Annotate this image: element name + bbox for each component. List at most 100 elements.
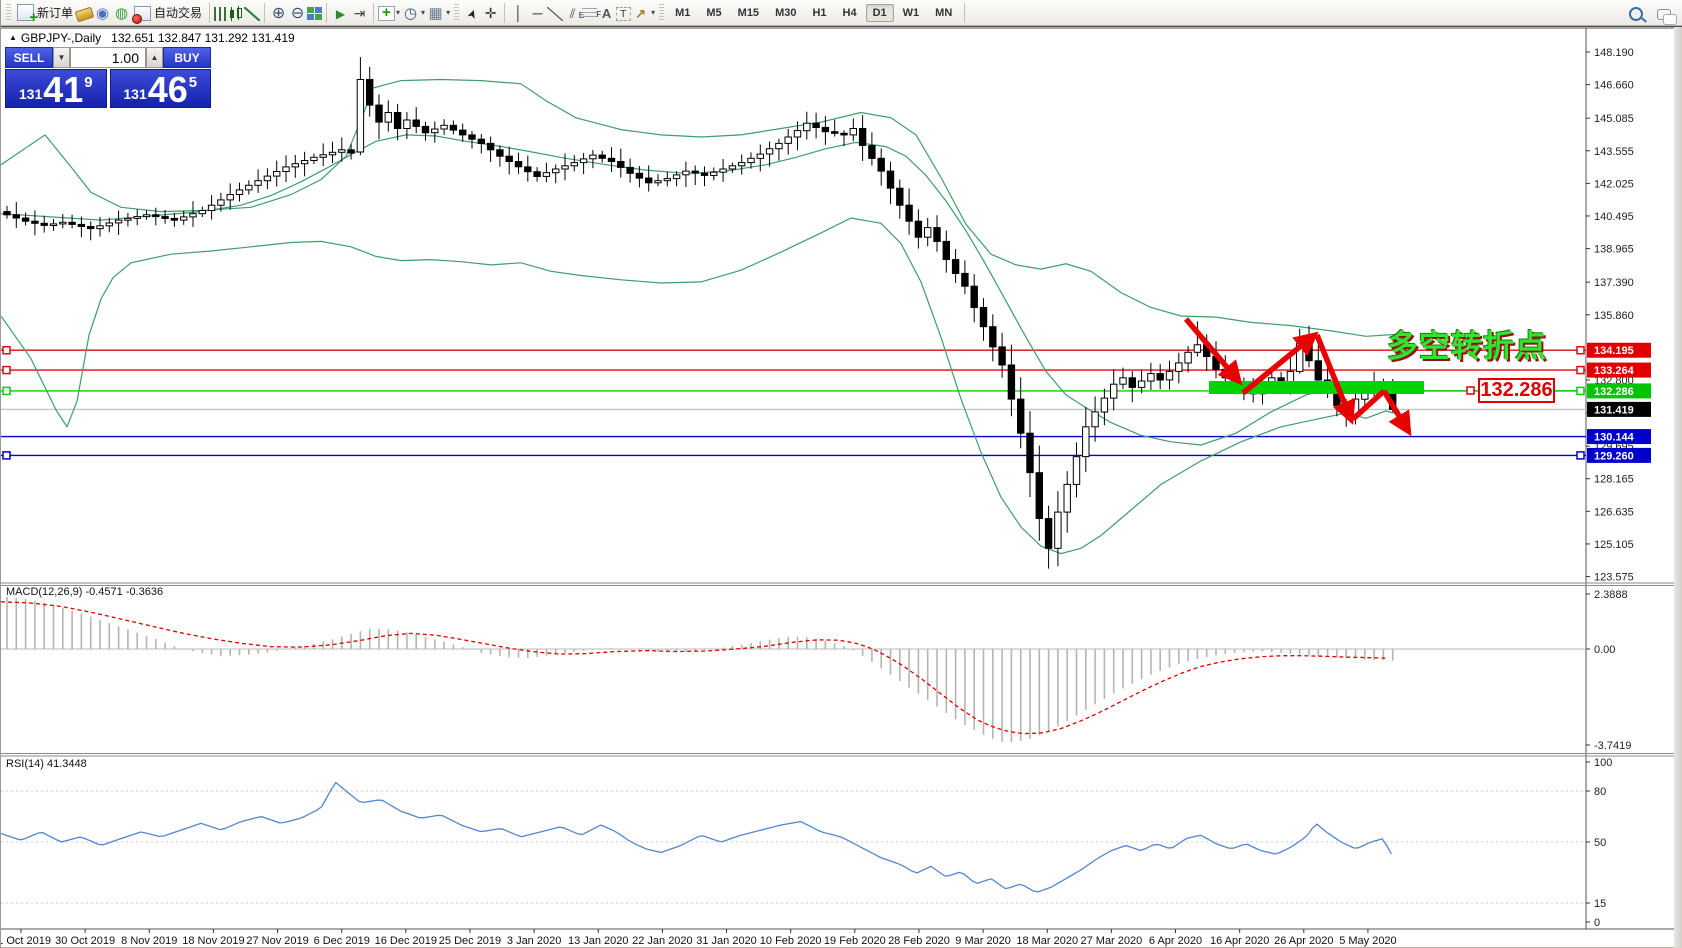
autotrading-button[interactable]: 自动交易 bbox=[131, 2, 205, 24]
toolbar-separator bbox=[326, 2, 328, 23]
svg-text:135.860: 135.860 bbox=[1594, 310, 1634, 322]
bar-chart-icon[interactable] bbox=[214, 6, 230, 21]
chart-shift-icon[interactable] bbox=[350, 4, 369, 22]
timeframe-m15-button[interactable]: M15 bbox=[731, 4, 766, 22]
svg-text:9 Mar 2020: 9 Mar 2020 bbox=[955, 935, 1011, 947]
svg-text:131.419: 131.419 bbox=[1594, 404, 1634, 416]
crosshair-icon[interactable] bbox=[481, 4, 500, 22]
svg-text:145.085: 145.085 bbox=[1594, 113, 1634, 125]
svg-text:8 Nov 2019: 8 Nov 2019 bbox=[121, 935, 177, 947]
svg-text:10 Feb 2020: 10 Feb 2020 bbox=[760, 935, 822, 947]
timeframe-h1-button[interactable]: H1 bbox=[805, 4, 833, 22]
timeframe-d1-button[interactable]: D1 bbox=[865, 3, 894, 22]
volume-increase-button[interactable]: ▲ bbox=[146, 47, 163, 68]
new-order-button[interactable]: 新订单 bbox=[14, 2, 76, 27]
timeframe-m30-button[interactable]: M30 bbox=[768, 4, 803, 22]
toolbar-separator bbox=[504, 2, 506, 23]
zoom-in-icon[interactable] bbox=[269, 4, 288, 22]
svg-text:-3.7419: -3.7419 bbox=[1594, 740, 1631, 752]
text-icon[interactable] bbox=[597, 4, 616, 22]
svg-text:27 Mar 2020: 27 Mar 2020 bbox=[1080, 935, 1142, 947]
new-order-label: 新订单 bbox=[37, 6, 74, 20]
ask-pip-digit: 5 bbox=[188, 74, 198, 91]
chat-icon[interactable] bbox=[1657, 9, 1677, 25]
timeframe-h4-button[interactable]: H4 bbox=[836, 4, 864, 22]
vertical-line-icon[interactable] bbox=[509, 4, 528, 22]
search-icon[interactable] bbox=[1629, 7, 1643, 21]
svg-text:146.660: 146.660 bbox=[1594, 80, 1634, 92]
chevron-down-icon[interactable]: ▾ bbox=[396, 8, 400, 17]
trendline-icon[interactable] bbox=[547, 6, 564, 21]
svg-text:138.965: 138.965 bbox=[1594, 244, 1634, 256]
ask-prefix: 131 bbox=[123, 86, 147, 102]
sell-button[interactable]: SELL bbox=[5, 47, 53, 68]
svg-text:25 Dec 2019: 25 Dec 2019 bbox=[439, 935, 501, 947]
symbol-arrow-icon: ▲ bbox=[9, 33, 17, 42]
hammer-icon[interactable] bbox=[74, 6, 95, 23]
autotrading-label: 自动交易 bbox=[154, 6, 203, 20]
chevron-down-icon[interactable]: ▾ bbox=[421, 8, 425, 17]
svg-text:130.144: 130.144 bbox=[1594, 432, 1635, 444]
svg-text:31 Jan 2020: 31 Jan 2020 bbox=[696, 935, 757, 947]
channel-icon[interactable] bbox=[563, 4, 584, 25]
chevron-down-icon[interactable]: ▾ bbox=[651, 8, 655, 17]
bid-big-digits: 41 bbox=[43, 69, 84, 110]
chart-window: 148.190 146.660 145.085 143.555 142.025 140.4… bbox=[1, 26, 1682, 948]
svg-text:0.00: 0.00 bbox=[1594, 644, 1615, 656]
indicators-icon[interactable] bbox=[378, 4, 396, 22]
bid-price-panel[interactable]: 131 41 9 bbox=[5, 69, 107, 108]
svg-text:26 Apr 2020: 26 Apr 2020 bbox=[1274, 935, 1333, 947]
horizontal-line-icon[interactable] bbox=[528, 4, 547, 22]
signal-icon[interactable] bbox=[112, 4, 131, 22]
toolbar-grip[interactable] bbox=[454, 3, 460, 22]
periods-clock-icon[interactable] bbox=[401, 4, 420, 22]
arrows-icon[interactable] bbox=[631, 4, 650, 22]
chart-ohlc-values: 132.651 132.847 131.292 131.419 bbox=[111, 31, 295, 45]
svg-text:133.264: 133.264 bbox=[1594, 365, 1635, 377]
zoom-out-icon[interactable] bbox=[288, 4, 307, 22]
toolbar-grip[interactable] bbox=[6, 3, 11, 22]
tile-windows-icon[interactable] bbox=[307, 7, 323, 20]
svg-text:19 Feb 2020: 19 Feb 2020 bbox=[824, 935, 886, 947]
price-tag-label[interactable]: 132.286 bbox=[1478, 378, 1555, 403]
svg-text:18 Nov 2019: 18 Nov 2019 bbox=[182, 935, 244, 947]
svg-text:148.190: 148.190 bbox=[1594, 47, 1634, 59]
timeframe-mn-button[interactable]: MN bbox=[928, 4, 959, 22]
turning-point-annotation[interactable]: 多空转折点 bbox=[1387, 321, 1547, 366]
svg-text:3 Jan 2020: 3 Jan 2020 bbox=[507, 935, 561, 947]
svg-text:142.025: 142.025 bbox=[1594, 178, 1634, 190]
macd-indicator-label: MACD(12,26,9) -0.4571 -0.3636 bbox=[6, 586, 164, 598]
template-icon[interactable] bbox=[426, 4, 445, 22]
svg-text:140.495: 140.495 bbox=[1594, 211, 1634, 223]
timeframe-m5-button[interactable]: M5 bbox=[699, 4, 728, 22]
svg-text:2.3888: 2.3888 bbox=[1594, 589, 1628, 601]
auto-scroll-icon[interactable] bbox=[331, 4, 350, 22]
svg-text:80: 80 bbox=[1594, 786, 1606, 798]
text-label-icon[interactable] bbox=[616, 6, 632, 24]
toolbar-grip[interactable] bbox=[659, 3, 665, 22]
line-chart-icon[interactable] bbox=[244, 6, 261, 21]
timeframe-w1-button[interactable]: W1 bbox=[896, 4, 927, 22]
bid-prefix: 131 bbox=[18, 86, 43, 102]
svg-text:18 Mar 2020: 18 Mar 2020 bbox=[1016, 935, 1078, 947]
profile-icon[interactable] bbox=[93, 4, 112, 22]
volume-input[interactable]: 1.00 bbox=[70, 47, 146, 68]
svg-text:28 Feb 2020: 28 Feb 2020 bbox=[888, 935, 950, 947]
chart-canvas[interactable]: 148.190 146.660 145.085 143.555 142.025 140.4… bbox=[1, 27, 1682, 948]
svg-text:0: 0 bbox=[1594, 917, 1600, 929]
svg-text:6 Apr 2020: 6 Apr 2020 bbox=[1149, 935, 1202, 947]
fibonacci-icon[interactable] bbox=[582, 6, 601, 24]
cursor-icon[interactable] bbox=[462, 4, 481, 22]
timeframe-m1-button[interactable]: M1 bbox=[668, 4, 697, 22]
svg-text:128.165: 128.165 bbox=[1594, 474, 1634, 486]
chevron-down-icon[interactable]: ▾ bbox=[446, 8, 450, 17]
ask-big-digits: 46 bbox=[147, 69, 188, 110]
buy-button[interactable]: BUY bbox=[163, 47, 211, 68]
svg-text:21 Oct 2019: 21 Oct 2019 bbox=[1, 935, 51, 947]
new-order-icon bbox=[17, 4, 38, 27]
svg-text:132.286: 132.286 bbox=[1594, 386, 1634, 398]
ask-price-panel[interactable]: 131 46 5 bbox=[109, 69, 211, 110]
svg-text:30 Oct 2019: 30 Oct 2019 bbox=[55, 935, 115, 947]
candlestick-icon[interactable] bbox=[229, 5, 245, 21]
volume-decrease-button[interactable]: ▼ bbox=[53, 47, 70, 68]
